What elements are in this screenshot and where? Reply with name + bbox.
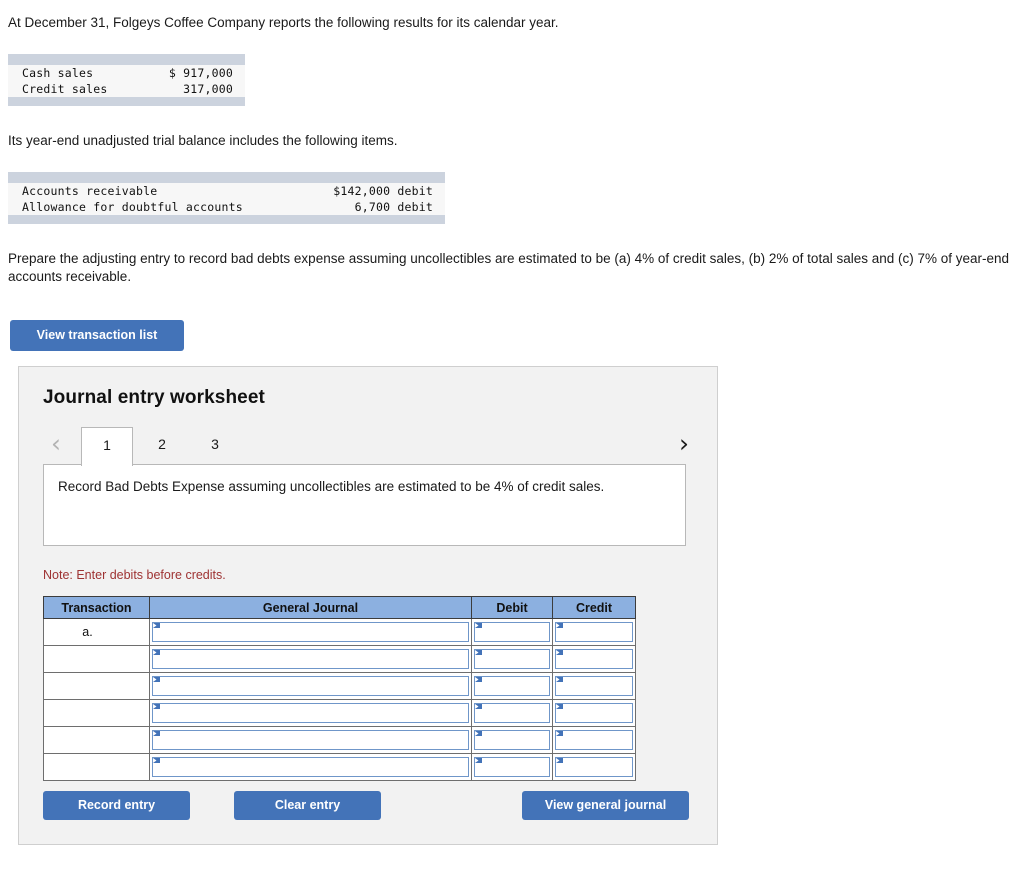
- table-row: [43, 645, 636, 673]
- general-journal-cell-row-1[interactable]: [149, 618, 472, 646]
- header-debit: Debit: [471, 596, 553, 619]
- credit-cell-row-6[interactable]: [552, 753, 636, 781]
- debit-input-row-6[interactable]: [474, 757, 550, 777]
- tab-1[interactable]: 1: [81, 427, 133, 466]
- view-general-journal-button[interactable]: View general journal: [522, 791, 689, 820]
- entry-description-box: Record Bad Debts Expense assuming uncoll…: [43, 464, 686, 546]
- header-credit: Credit: [552, 596, 636, 619]
- transaction-label-row-6: [43, 753, 150, 781]
- general-journal-input-row-2[interactable]: [152, 649, 469, 669]
- allowance-doubtful-value: 6,700 debit: [226, 199, 445, 215]
- debit-cell-row-3[interactable]: [471, 672, 553, 700]
- header-transaction: Transaction: [43, 596, 150, 619]
- table-row: [43, 699, 636, 727]
- worksheet-title: Journal entry worksheet: [43, 387, 265, 408]
- credit-cell-row-1[interactable]: [552, 618, 636, 646]
- record-entry-button[interactable]: Record entry: [43, 791, 190, 820]
- credit-input-row-2[interactable]: [555, 649, 633, 669]
- table-row: Accounts receivable $142,000 debit: [8, 183, 445, 199]
- general-journal-input-row-3[interactable]: [152, 676, 469, 696]
- table-row: Credit sales 317,000: [8, 81, 245, 97]
- debit-input-row-3[interactable]: [474, 676, 550, 696]
- transaction-label-row-5: [43, 726, 150, 754]
- credit-input-row-5[interactable]: [555, 730, 633, 750]
- table-row: Allowance for doubtful accounts 6,700 de…: [8, 199, 445, 215]
- journal-table-header-row: Transaction General Journal Debit Credit: [43, 596, 636, 619]
- table-top-band: [8, 172, 445, 183]
- cash-sales-value: $ 917,000: [126, 65, 245, 81]
- debit-input-row-4[interactable]: [474, 703, 550, 723]
- general-journal-table: Transaction General Journal Debit Credit…: [43, 596, 636, 781]
- table-row: [43, 726, 636, 754]
- general-journal-input-row-5[interactable]: [152, 730, 469, 750]
- general-journal-cell-row-4[interactable]: [149, 699, 472, 727]
- table-row: a.: [43, 618, 636, 646]
- credit-cell-row-5[interactable]: [552, 726, 636, 754]
- sales-results-table: Cash sales $ 917,000 Credit sales 317,00…: [8, 54, 245, 106]
- transaction-label-row-4: [43, 699, 150, 727]
- credit-sales-value: 317,000: [126, 81, 245, 97]
- table-row: [43, 753, 636, 781]
- general-journal-input-row-4[interactable]: [152, 703, 469, 723]
- debit-cell-row-4[interactable]: [471, 699, 553, 727]
- table-bottom-band: [8, 215, 445, 224]
- journal-entry-worksheet-panel: Journal entry worksheet ‹ 1 2 3 › Record…: [18, 366, 718, 845]
- table-top-band: [8, 54, 245, 65]
- view-transaction-list-button[interactable]: View transaction list: [10, 320, 184, 351]
- debit-cell-row-1[interactable]: [471, 618, 553, 646]
- general-journal-input-row-1[interactable]: [152, 622, 469, 642]
- trial-balance-paragraph: Its year-end unadjusted trial balance in…: [8, 133, 398, 148]
- accounts-receivable-value: $142,000 debit: [226, 183, 445, 199]
- debit-cell-row-5[interactable]: [471, 726, 553, 754]
- credit-input-row-6[interactable]: [555, 757, 633, 777]
- task-instructions-paragraph: Prepare the adjusting entry to record ba…: [8, 251, 1010, 284]
- debit-cell-row-2[interactable]: [471, 645, 553, 673]
- general-journal-cell-row-6[interactable]: [149, 753, 472, 781]
- debit-cell-row-6[interactable]: [471, 753, 553, 781]
- debit-input-row-2[interactable]: [474, 649, 550, 669]
- general-journal-input-row-6[interactable]: [152, 757, 469, 777]
- worksheet-tab-strip: ‹ 1 2 3 ›: [43, 427, 697, 466]
- tab-2[interactable]: 2: [136, 427, 188, 463]
- allowance-doubtful-label: Allowance for doubtful accounts: [8, 199, 243, 215]
- debit-input-row-5[interactable]: [474, 730, 550, 750]
- transaction-label-row-1: a.: [43, 618, 150, 646]
- transaction-label-row-3: [43, 672, 150, 700]
- table-row: [43, 672, 636, 700]
- clear-entry-button[interactable]: Clear entry: [234, 791, 381, 820]
- entry-description-text: Record Bad Debts Expense assuming uncoll…: [58, 479, 605, 494]
- debit-input-row-1[interactable]: [474, 622, 550, 642]
- general-journal-cell-row-5[interactable]: [149, 726, 472, 754]
- accounts-receivable-label: Accounts receivable: [8, 183, 227, 199]
- intro-paragraph: At December 31, Folgeys Coffee Company r…: [8, 15, 559, 30]
- transaction-label-row-2: [43, 645, 150, 673]
- chevron-left-icon[interactable]: ‹: [43, 429, 69, 459]
- cash-sales-label: Cash sales: [8, 65, 127, 81]
- general-journal-cell-row-2[interactable]: [149, 645, 472, 673]
- trial-balance-table: Accounts receivable $142,000 debit Allow…: [8, 172, 445, 224]
- credit-input-row-3[interactable]: [555, 676, 633, 696]
- header-general-journal: General Journal: [149, 596, 472, 619]
- general-journal-cell-row-3[interactable]: [149, 672, 472, 700]
- table-row: Cash sales $ 917,000: [8, 65, 245, 81]
- credit-input-row-4[interactable]: [555, 703, 633, 723]
- credit-sales-label: Credit sales: [8, 81, 127, 97]
- credit-cell-row-2[interactable]: [552, 645, 636, 673]
- credit-cell-row-4[interactable]: [552, 699, 636, 727]
- chevron-right-icon[interactable]: ›: [671, 429, 697, 459]
- credit-input-row-1[interactable]: [555, 622, 633, 642]
- tab-3[interactable]: 3: [189, 427, 241, 463]
- credit-cell-row-3[interactable]: [552, 672, 636, 700]
- table-bottom-band: [8, 97, 245, 106]
- debits-before-credits-note: Note: Enter debits before credits.: [43, 568, 226, 582]
